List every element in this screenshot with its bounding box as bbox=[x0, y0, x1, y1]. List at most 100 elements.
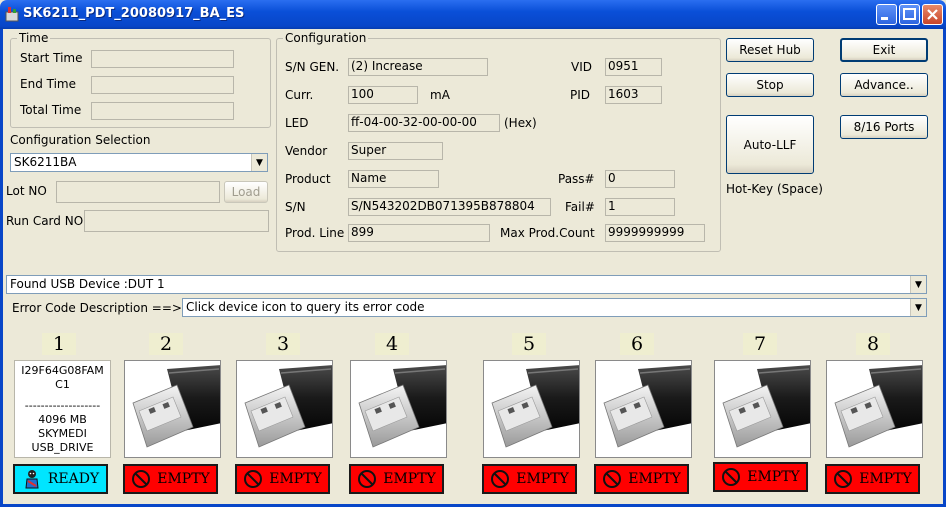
slot-device-2[interactable] bbox=[124, 360, 221, 458]
window-frame-left bbox=[0, 29, 3, 507]
product-field: Name bbox=[348, 170, 439, 188]
end-time-label: End Time bbox=[20, 77, 76, 91]
slot-status-label-2: EMPTY bbox=[157, 471, 210, 487]
slot-number-8: 8 bbox=[856, 333, 890, 355]
slot-number-2: 2 bbox=[149, 333, 183, 355]
pid-field: 1603 bbox=[605, 86, 662, 104]
app-icon bbox=[5, 7, 19, 22]
led-unit: (Hex) bbox=[504, 116, 537, 130]
maximize-button[interactable] bbox=[899, 4, 920, 25]
slot-device-5[interactable] bbox=[483, 360, 580, 458]
prohibited-icon bbox=[358, 470, 377, 488]
prohibited-icon bbox=[722, 468, 741, 486]
slot-status-label-8: EMPTY bbox=[859, 471, 912, 487]
reset-hub-button[interactable]: Reset Hub bbox=[726, 38, 814, 62]
pass-field: 0 bbox=[605, 170, 675, 188]
slot-1-info-line3: 4096 MB bbox=[38, 413, 87, 426]
slot-status-6[interactable]: EMPTY bbox=[594, 464, 689, 494]
slot-device-7[interactable] bbox=[714, 360, 811, 458]
slot-number-4: 4 bbox=[375, 333, 409, 355]
auto-llf-label: Auto-LLF bbox=[743, 137, 797, 152]
slot-status-7[interactable]: EMPTY bbox=[713, 462, 808, 492]
stop-label: Stop bbox=[756, 78, 784, 92]
run-card-label: Run Card NO: bbox=[6, 214, 87, 228]
usb-drive-icon bbox=[491, 365, 579, 448]
vid-label: VID bbox=[571, 60, 592, 74]
sn-field: S/N543202DB071395B878804 bbox=[348, 198, 551, 216]
slot-1-info-line2: C1 bbox=[55, 378, 70, 391]
chevron-down-icon[interactable]: ▼ bbox=[251, 154, 267, 171]
vendor-label: Vendor bbox=[285, 144, 328, 158]
slot-1-info-line5: USB_DRIVE bbox=[31, 441, 94, 454]
title-bar: SK6211_PDT_20080917_BA_ES bbox=[0, 0, 946, 29]
start-time-label: Start Time bbox=[20, 51, 83, 65]
slot-status-label-3: EMPTY bbox=[269, 471, 322, 487]
start-time-field bbox=[91, 50, 234, 68]
slot-device-8[interactable] bbox=[826, 360, 923, 458]
found-device-dropdown[interactable]: Found USB Device :DUT 1 ▼ bbox=[6, 275, 927, 294]
lot-no-input[interactable] bbox=[56, 181, 220, 203]
close-icon bbox=[927, 9, 938, 20]
slot-1-info-divider: ------------------- bbox=[24, 399, 101, 412]
slot-status-4[interactable]: EMPTY bbox=[349, 464, 444, 494]
slot-1-info-line4: SKYMEDI bbox=[38, 427, 87, 440]
usb-drive-icon bbox=[722, 365, 810, 448]
slot-status-1[interactable]: READY bbox=[13, 464, 108, 494]
config-selection-label: Configuration Selection bbox=[10, 133, 151, 147]
slot-status-2[interactable]: EMPTY bbox=[123, 464, 218, 494]
run-card-input[interactable] bbox=[84, 210, 269, 232]
slot-status-label-5: EMPTY bbox=[516, 471, 569, 487]
hotkey-label: Hot-Key (Space) bbox=[726, 182, 823, 196]
usb-drive-icon bbox=[834, 365, 922, 448]
maximize-icon bbox=[903, 8, 916, 20]
sn-label: S/N bbox=[285, 200, 306, 214]
fail-label: Fail# bbox=[565, 200, 595, 214]
total-time-field bbox=[91, 102, 234, 120]
load-button[interactable]: Load bbox=[224, 181, 268, 203]
time-legend: Time bbox=[17, 31, 51, 45]
total-time-label: Total Time bbox=[20, 103, 82, 117]
reset-hub-label: Reset Hub bbox=[739, 43, 801, 57]
prohibited-icon bbox=[491, 470, 510, 488]
prod-line-label: Prod. Line bbox=[285, 226, 345, 240]
exit-button[interactable]: Exit bbox=[840, 38, 928, 62]
curr-label: Curr. bbox=[285, 88, 314, 102]
fail-field: 1 bbox=[605, 198, 675, 216]
minimize-icon bbox=[881, 17, 888, 20]
advance-button[interactable]: Advance.. bbox=[840, 73, 928, 97]
close-button[interactable] bbox=[922, 4, 943, 25]
stop-button[interactable]: Stop bbox=[726, 73, 814, 97]
pass-label: Pass# bbox=[558, 172, 595, 186]
curr-unit: mA bbox=[430, 88, 450, 102]
lot-no-label: Lot NO bbox=[6, 184, 47, 198]
slot-1-info[interactable]: I29F64G08FAM C1 ------------------- 4096… bbox=[14, 360, 111, 458]
slot-status-3[interactable]: EMPTY bbox=[235, 464, 330, 494]
slot-status-5[interactable]: EMPTY bbox=[482, 464, 577, 494]
advance-label: Advance.. bbox=[854, 78, 914, 92]
slot-device-4[interactable] bbox=[350, 360, 447, 458]
chevron-down-icon[interactable]: ▼ bbox=[910, 276, 926, 293]
pid-label: PID bbox=[570, 88, 591, 102]
usb-drive-icon bbox=[132, 365, 220, 448]
slot-device-3[interactable] bbox=[236, 360, 333, 458]
ports-button[interactable]: 8/16 Ports bbox=[840, 115, 928, 139]
prohibited-icon bbox=[132, 470, 151, 488]
slot-status-label-7: EMPTY bbox=[747, 469, 800, 485]
chevron-down-icon[interactable]: ▼ bbox=[910, 299, 926, 316]
usb-drive-icon bbox=[244, 365, 332, 448]
slot-status-8[interactable]: EMPTY bbox=[825, 464, 920, 494]
slot-number-1: 1 bbox=[42, 333, 76, 355]
error-code-value: Click device icon to query its error cod… bbox=[186, 300, 425, 314]
config-selection-value: SK6211BA bbox=[14, 155, 77, 169]
slot-status-label-6: EMPTY bbox=[628, 471, 681, 487]
usb-drive-icon bbox=[358, 365, 446, 448]
config-selection-dropdown[interactable]: SK6211BA ▼ bbox=[10, 153, 268, 172]
window-title: SK6211_PDT_20080917_BA_ES bbox=[23, 6, 245, 21]
error-code-dropdown[interactable]: Click device icon to query its error cod… bbox=[182, 298, 927, 317]
auto-llf-button[interactable]: Auto-LLF bbox=[726, 115, 814, 174]
led-field: ff-04-00-32-00-00-00 bbox=[348, 114, 500, 132]
slot-number-7: 7 bbox=[743, 333, 777, 355]
slot-device-6[interactable] bbox=[595, 360, 692, 458]
configuration-legend: Configuration bbox=[283, 31, 369, 45]
minimize-button[interactable] bbox=[876, 4, 897, 25]
